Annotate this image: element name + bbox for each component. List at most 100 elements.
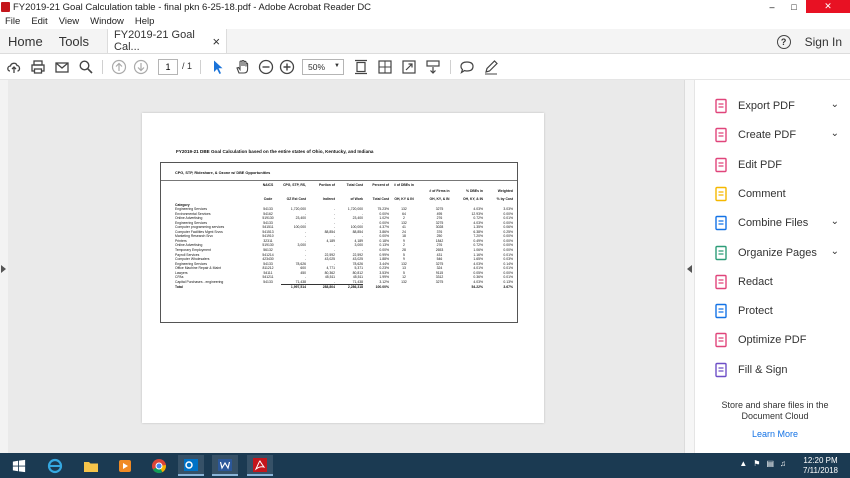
chevron-down-icon[interactable]: ⌄ <box>831 128 839 139</box>
tool-comment[interactable]: Comment <box>713 183 845 205</box>
chevron-down-icon[interactable]: ⌄ <box>831 216 839 227</box>
help-icon[interactable]: ? <box>776 34 791 49</box>
zoom-level-select[interactable]: 50% ▼ <box>302 59 344 75</box>
table-cell: 0.25% <box>503 229 513 234</box>
scroll-mode-icon[interactable] <box>425 59 441 75</box>
chrome-icon[interactable] <box>146 455 172 476</box>
chevron-down-icon[interactable]: ⌄ <box>831 99 839 110</box>
maximize-button[interactable]: □ <box>783 0 805 13</box>
table-cell: 3028 <box>435 225 444 230</box>
tool-export-pdf[interactable]: Export PDF ⌄ <box>713 95 845 117</box>
taskbar-clock[interactable]: 12:20 PM 7/11/2018 <box>803 456 838 476</box>
table-cell: 13 <box>402 266 406 271</box>
column-header: Weighted <box>497 189 513 193</box>
menu-file[interactable]: File <box>5 16 20 27</box>
tool-combine-files[interactable]: Combine Files ⌄ <box>713 212 845 234</box>
expand-left-arrow-icon <box>1 265 6 273</box>
table-cell: 9115 <box>435 270 444 275</box>
close-tab-icon[interactable]: × <box>212 34 220 49</box>
page-number-input[interactable]: 1 <box>158 59 178 75</box>
cloud-upload-icon[interactable] <box>6 59 22 75</box>
left-pane-toggle[interactable] <box>0 80 8 453</box>
table-cell: 3.53% <box>379 270 389 275</box>
document-viewer[interactable]: FY2019-21 DBE Goal Calculation based on … <box>8 80 684 453</box>
goal-table: FY2019-21 DBE Goal Calculation based on … <box>160 149 518 323</box>
row-category: Capital Purchases - engineering <box>175 279 224 284</box>
table-cell: 54.22% <box>471 285 484 290</box>
comment-bubble-icon[interactable] <box>459 59 475 75</box>
learn-more-link[interactable]: Learn More <box>715 429 835 439</box>
table-cell: 22,592 <box>352 252 363 257</box>
full-screen-icon[interactable] <box>401 59 417 75</box>
table-cell: 0.05% <box>473 270 483 275</box>
outlook-icon[interactable] <box>178 455 204 476</box>
search-icon[interactable] <box>78 59 94 75</box>
menu-help[interactable]: Help <box>135 16 155 27</box>
next-page-icon[interactable] <box>133 59 149 75</box>
tool-fill-sign[interactable]: Fill & Sign <box>713 359 845 381</box>
sign-in-button[interactable]: Sign In <box>805 35 842 49</box>
table-cell: 75.23% <box>377 207 390 211</box>
table-cell: 1.06% <box>473 247 483 252</box>
tool-redact[interactable]: Redact <box>713 271 845 293</box>
tool-create-pdf[interactable]: Create PDF ⌄ <box>713 124 845 146</box>
table-cell: 0.13% <box>503 279 513 284</box>
tab-tools[interactable]: Tools <box>51 29 97 53</box>
email-icon[interactable] <box>54 59 70 75</box>
table-cell: - <box>333 261 335 266</box>
select-cursor-icon[interactable] <box>210 59 226 75</box>
volume-icon[interactable]: ♫ <box>780 459 786 468</box>
table-cell: 56132 <box>263 247 273 252</box>
network-icon[interactable]: ▤ <box>766 459 774 468</box>
menu-view[interactable]: View <box>59 16 79 27</box>
file-explorer-icon[interactable] <box>78 455 104 476</box>
tool-protect[interactable]: Protect <box>713 300 845 322</box>
close-window-button[interactable]: ✕ <box>806 0 850 13</box>
fit-page-icon[interactable] <box>353 59 369 75</box>
zoom-level-value: 50% <box>308 62 326 72</box>
tab-document[interactable]: FY2019-21 Goal Cal... × <box>107 29 228 53</box>
table-cell: 78,626 <box>352 261 363 266</box>
table-cell: 0.00% <box>503 270 513 275</box>
table-cell: - <box>361 211 363 216</box>
table-cell: 3,000 <box>297 243 307 248</box>
total-divider <box>281 284 363 286</box>
column-header: Total Cost <box>372 197 389 201</box>
word-icon[interactable] <box>212 455 238 476</box>
column-header: of Work <box>350 197 363 201</box>
page-layout-icon[interactable] <box>377 59 393 75</box>
column-header: Indirect <box>322 197 335 201</box>
chevron-down-icon[interactable]: ⌄ <box>831 246 839 257</box>
pen-icon[interactable] <box>483 59 499 75</box>
table-cell: 4.03% <box>473 261 483 266</box>
minimize-button[interactable]: – <box>761 0 783 13</box>
previous-page-icon[interactable] <box>111 59 127 75</box>
table-cell: 12 <box>402 275 406 280</box>
menu-edit[interactable]: Edit <box>31 16 47 27</box>
table-cell: - <box>333 225 335 230</box>
show-hidden-icons-icon[interactable]: ▲ <box>739 459 747 468</box>
table-cell: 431 <box>436 252 443 257</box>
table-cell: - <box>333 243 335 248</box>
print-icon[interactable] <box>30 59 46 75</box>
acrobat-taskbar-icon[interactable] <box>247 455 273 476</box>
table-cell: 4.03% <box>473 220 483 225</box>
flag-icon[interactable]: ⚑ <box>753 459 760 468</box>
windows-start-icon[interactable] <box>6 455 32 476</box>
menu-window[interactable]: Window <box>90 16 124 27</box>
table-cell: 88,854 <box>324 229 335 234</box>
media-player-icon[interactable] <box>112 455 138 476</box>
internet-explorer-icon[interactable] <box>42 455 68 476</box>
right-pane-toggle[interactable] <box>685 80 695 453</box>
table-cell: 1,720,000 <box>290 207 306 211</box>
tool-organize-pages[interactable]: Organize Pages ⌄ <box>713 242 845 264</box>
hand-tool-icon[interactable] <box>234 59 250 75</box>
column-header: # of Firms in <box>429 189 450 193</box>
tool-edit-pdf[interactable]: Edit PDF <box>713 154 845 176</box>
zoom-out-icon[interactable] <box>258 59 274 75</box>
tool-optimize-pdf[interactable]: Optimize PDF <box>713 329 845 351</box>
tab-home[interactable]: Home <box>0 29 51 53</box>
zoom-in-icon[interactable] <box>279 59 295 75</box>
system-tray[interactable]: ▲ ⚑ ▤ ♫ <box>739 459 786 468</box>
table-cell: 4.03% <box>473 207 483 211</box>
